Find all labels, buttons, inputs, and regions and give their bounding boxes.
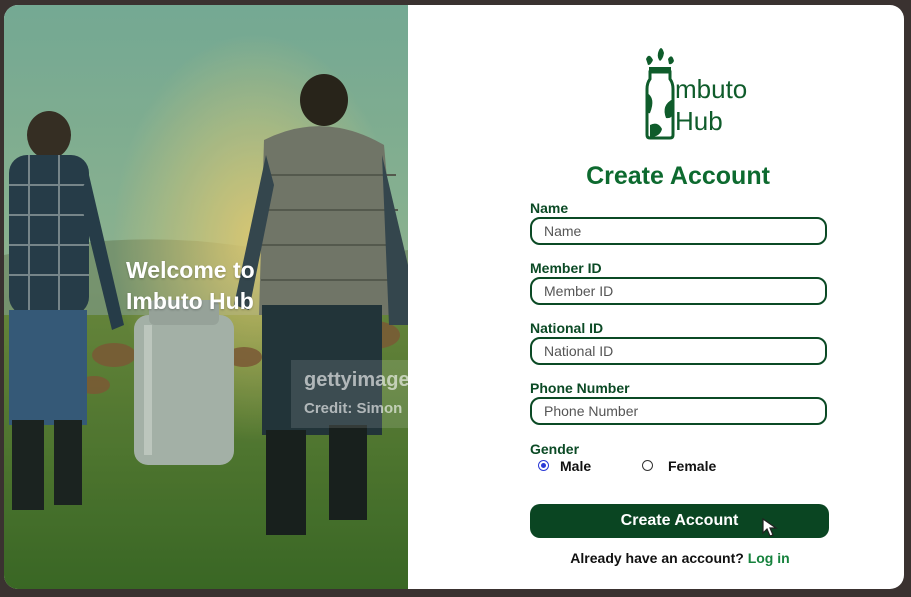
phone-number-field[interactable]: Phone Number — [530, 397, 827, 425]
national-id-label: National ID — [530, 320, 604, 336]
name-label: Name — [530, 200, 569, 216]
member-id-field[interactable]: Member ID — [530, 277, 827, 305]
welcome-heading: Welcome to Imbuto Hub — [126, 255, 326, 317]
gender-female-radio[interactable] — [642, 460, 653, 471]
mouse-pointer-icon — [762, 518, 778, 537]
brand-wordmark-line-1: mbuto — [675, 74, 748, 104]
page-title: Create Account — [586, 162, 770, 190]
create-account-button[interactable]: Create Account — [530, 504, 829, 538]
national-id-field[interactable]: National ID — [530, 337, 827, 365]
brand-wordmark: mbuto Hub — [675, 73, 747, 137]
watermark-brand: gettyimage — [304, 369, 408, 391]
watermark-credit: Credit: Simon — [304, 400, 403, 417]
login-prompt-text: Already have an account? — [570, 550, 744, 566]
gender-label: Gender — [530, 441, 580, 457]
app-window: gettyimage Credit: Simon Welcome to Imbu… — [4, 5, 904, 589]
signup-panel: mbuto Hub Create Account Name Name Membe… — [408, 5, 904, 589]
gender-female-label[interactable]: Female — [668, 458, 716, 474]
name-field[interactable]: Name — [530, 217, 827, 245]
brand-wordmark-line-2: Hub — [675, 106, 723, 136]
phone-number-label: Phone Number — [530, 380, 630, 396]
login-link[interactable]: Log in — [748, 550, 790, 566]
hero-image: gettyimage Credit: Simon Welcome to Imbu… — [4, 5, 408, 589]
welcome-line-2: Imbuto Hub — [126, 288, 254, 314]
gender-male-label[interactable]: Male — [560, 458, 591, 474]
welcome-line-1: Welcome to — [126, 257, 255, 283]
member-id-label: Member ID — [530, 260, 602, 276]
gender-male-radio[interactable] — [538, 460, 549, 471]
login-prompt: Already have an account? Log in — [408, 550, 904, 566]
